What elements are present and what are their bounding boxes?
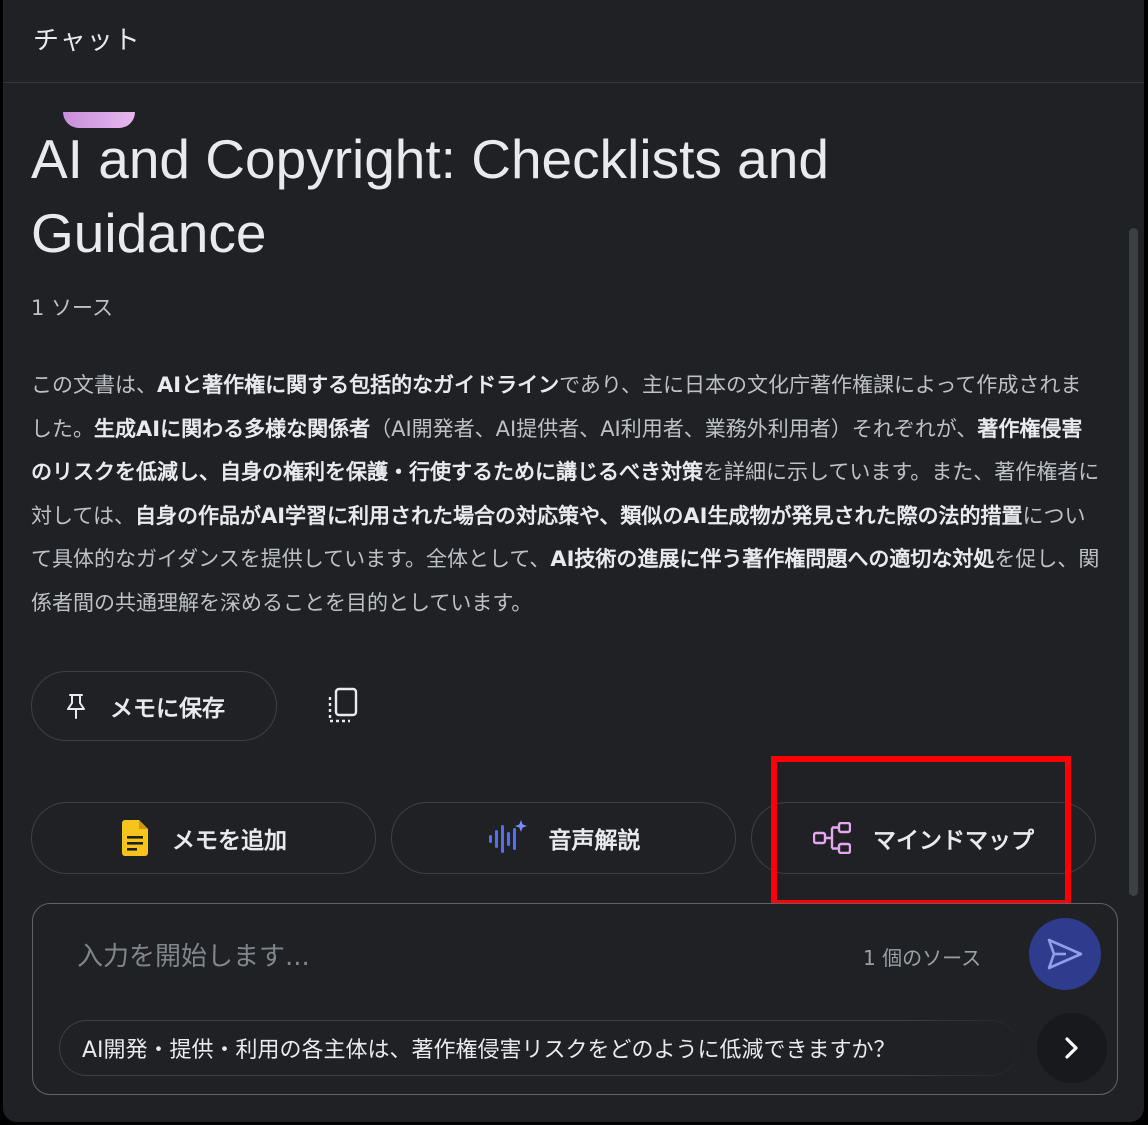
source-count: 1 ソース bbox=[31, 296, 113, 320]
add-note-button[interactable]: メモを追加 bbox=[31, 802, 376, 874]
chat-panel: チャット AI and Copyright: Checklists and Gu… bbox=[3, 0, 1144, 1122]
chat-header-title: チャット bbox=[33, 26, 141, 56]
notebook-title: AI and Copyright: Checklists and Guidanc… bbox=[31, 128, 829, 264]
audio-overview-label: 音声解説 bbox=[548, 828, 641, 854]
save-to-note-button[interactable]: メモに保存 bbox=[31, 671, 277, 741]
scrollbar[interactable] bbox=[1129, 228, 1138, 896]
save-to-note-label: メモに保存 bbox=[110, 696, 225, 722]
summary-segment: 生成AIに関わる多様な関係者 bbox=[94, 416, 371, 441]
notebook-summary: この文書は、AIと著作権に関する包括的なガイドラインであり、主に日本の文化庁著作… bbox=[31, 364, 1101, 626]
summary-segment: AI技術の進展に伴う著作権問題への適切な対処 bbox=[550, 547, 995, 572]
pin-icon bbox=[64, 693, 88, 719]
chat-input[interactable] bbox=[75, 938, 799, 976]
audio-wave-icon bbox=[487, 819, 527, 857]
send-icon bbox=[1046, 937, 1084, 971]
summary-segment: （AI開発者、AI提供者、AI利用者、業務外利用者）それぞれが、 bbox=[370, 416, 978, 441]
suggested-question-chip[interactable]: AI開発・提供・利用の各主体は、著作権侵害リスクをどのように低減できますか？ bbox=[59, 1020, 1019, 1076]
copy-icon bbox=[326, 687, 360, 725]
composer-source-count: 1 個のソース bbox=[863, 946, 982, 970]
audio-overview-button[interactable]: 音声解説 bbox=[391, 802, 736, 874]
summary-segment: 自身の作品がAI学習に利用された場合の対応策や、類似のAI生成物が発見された際の… bbox=[134, 503, 1023, 528]
highlight-annotation-box bbox=[771, 756, 1071, 906]
copy-button[interactable] bbox=[323, 686, 363, 726]
suggested-question-label: AI開発・提供・利用の各主体は、著作権侵害リスクをどのように低減できますか？ bbox=[82, 1038, 896, 1063]
chat-composer: 1 個のソース AI開発・提供・利用の各主体は、著作権侵害リスクをどのように低減… bbox=[32, 903, 1118, 1095]
chevron-right-icon bbox=[1063, 1036, 1081, 1060]
add-note-label: メモを追加 bbox=[172, 828, 287, 854]
summary-segment: AIと著作権に関する包括的なガイドライン bbox=[157, 373, 560, 397]
summary-segment: この文書は、 bbox=[31, 373, 157, 397]
chat-header: チャット bbox=[3, 0, 1144, 83]
note-icon bbox=[120, 819, 150, 857]
next-suggestion-button[interactable] bbox=[1037, 1013, 1107, 1083]
send-button[interactable] bbox=[1029, 918, 1101, 990]
